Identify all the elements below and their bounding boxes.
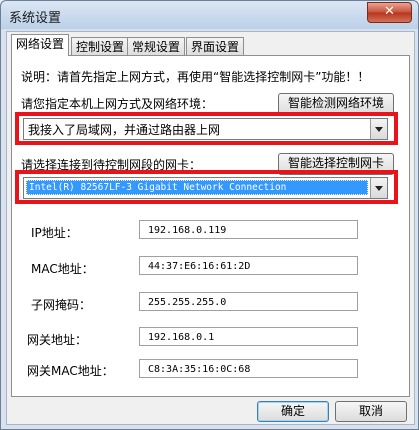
ip-field[interactable]: 192.168.0.119 [139, 220, 358, 239]
network-settings-panel: 说明：请首先指定上网方式，再使用“智能选择控制网卡”功能！！ 请您指定本机上网方… [11, 55, 410, 397]
mac-field[interactable]: 44:37:E6:16:61:2D [139, 256, 358, 275]
tab-interface[interactable]: 界面设置 [186, 37, 245, 56]
close-button[interactable]: ✕ [367, 2, 412, 23]
subnet-mask-field[interactable]: 255.255.255.0 [139, 292, 358, 311]
gateway-mac-field[interactable]: C8:3A:35:16:0C:68 [139, 359, 358, 378]
cancel-button[interactable]: 取消 [335, 401, 407, 422]
notice-text: 说明：请首先指定上网方式，再使用“智能选择控制网卡”功能！！ [21, 70, 370, 84]
network-mode-value: 我接入了局域网，并通过路由器上网 [28, 123, 221, 137]
settings-window: 系统设置 ✕ 网络设置 控制设置 常规设置 界面设置 说明：请首先指定上网方式，… [0, 0, 419, 430]
tab-control[interactable]: 控制设置 [71, 37, 130, 56]
tab-network[interactable]: 网络设置 [11, 34, 70, 56]
subnet-mask-label: 子网掩码： [31, 298, 92, 312]
gateway-field[interactable]: 192.168.0.1 [139, 327, 358, 346]
gateway-mac-label: 网关MAC地址： [27, 364, 114, 378]
ip-label: IP地址： [31, 226, 78, 240]
network-mode-label: 请您指定本机上网方式及网络环境： [21, 97, 214, 111]
ok-button[interactable]: 确定 [257, 401, 329, 422]
adapter-select[interactable]: Intel(R) 82567LF-3 Gigabit Network Conne… [23, 177, 388, 199]
title-bar[interactable]: 系统设置 ✕ [1, 1, 418, 29]
adapter-value: Intel(R) 82567LF-3 Gigabit Network Conne… [26, 180, 368, 195]
mac-label: MAC地址： [31, 262, 94, 276]
close-icon: ✕ [384, 4, 395, 19]
gateway-label: 网关地址： [27, 333, 88, 347]
window-title: 系统设置 [9, 11, 62, 26]
dialog-body: 网络设置 控制设置 常规设置 界面设置 说明：请首先指定上网方式，再使用“智能选… [6, 31, 415, 425]
chevron-down-icon[interactable] [370, 178, 387, 198]
chevron-down-icon[interactable] [370, 119, 387, 139]
tab-general[interactable]: 常规设置 [127, 37, 186, 56]
network-mode-select[interactable]: 我接入了局域网，并通过路由器上网 [23, 118, 388, 140]
